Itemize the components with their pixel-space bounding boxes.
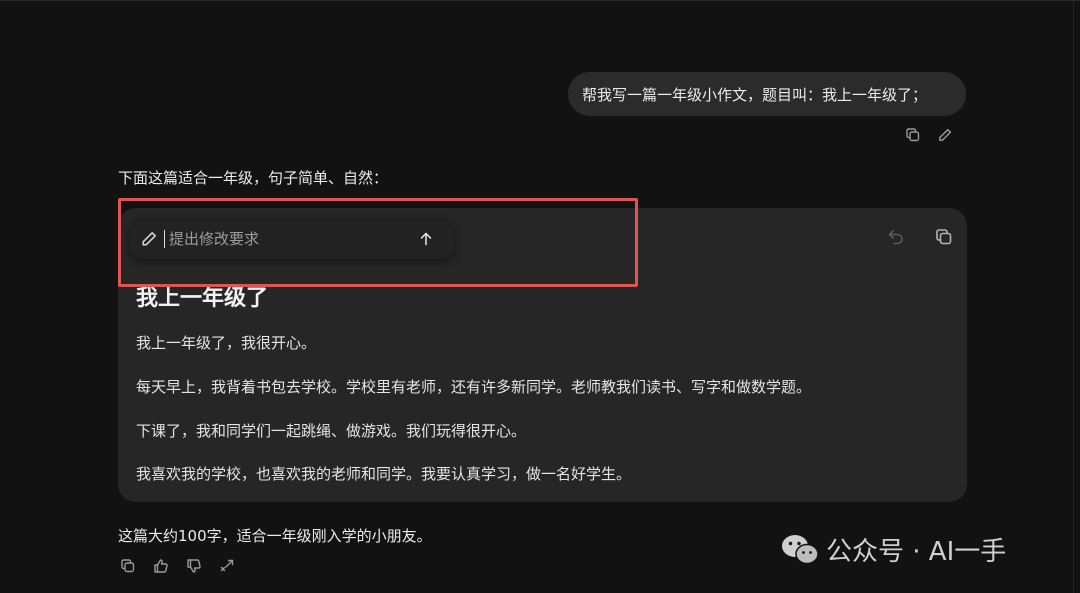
pencil-icon[interactable]: [936, 126, 954, 144]
watermark-text: 公众号 · AI一手: [826, 537, 1007, 567]
thumbs-down-icon[interactable]: [185, 557, 203, 575]
assistant-message-actions: [119, 557, 236, 575]
card-toolbar: [885, 226, 955, 248]
user-message-actions: [904, 126, 954, 144]
chat-page: 帮我写一篇一年级小作文，题目叫：我上一年级了； 下面这篇适合一年级，句子简单、自…: [0, 0, 1080, 593]
thumbs-up-icon[interactable]: [152, 557, 170, 575]
scroll-edge: [1073, 1, 1074, 593]
pencil-icon: [138, 228, 160, 250]
assistant-outro: 这篇大约100字，适合一年级刚入学的小朋友。: [118, 527, 432, 545]
assistant-intro: 下面这篇适合一年级，句子简单、自然：: [118, 169, 389, 187]
document-paragraph: 我上一年级了，我很开心。: [136, 334, 317, 352]
document-paragraph: 下课了，我和同学们一起跳绳、做游戏。我们玩得很开心。: [136, 422, 527, 440]
share-icon[interactable]: [218, 557, 236, 575]
copy-icon[interactable]: [933, 226, 955, 248]
copy-icon[interactable]: [904, 126, 922, 144]
send-arrow-icon[interactable]: [416, 229, 436, 249]
user-message-bubble: 帮我写一篇一年级小作文，题目叫：我上一年级了；: [568, 72, 966, 116]
user-message-text: 帮我写一篇一年级小作文，题目叫：我上一年级了；: [582, 85, 928, 104]
document-title: 我上一年级了: [136, 286, 269, 311]
document-paragraph: 我喜欢我的学校，也喜欢我的老师和同学。我要认真学习，做一名好学生。: [136, 465, 632, 483]
document-paragraph: 每天早上，我背着书包去学校。学校里有老师，还有许多新同学。老师教我们读书、写字和…: [136, 378, 812, 396]
undo-icon[interactable]: [885, 226, 907, 248]
wechat-icon: [782, 534, 819, 564]
watermark: 公众号 · AI一手: [780, 531, 1006, 568]
copy-icon[interactable]: [119, 557, 137, 575]
edit-request-popup: [130, 219, 454, 259]
edit-request-input[interactable]: [164, 230, 416, 248]
